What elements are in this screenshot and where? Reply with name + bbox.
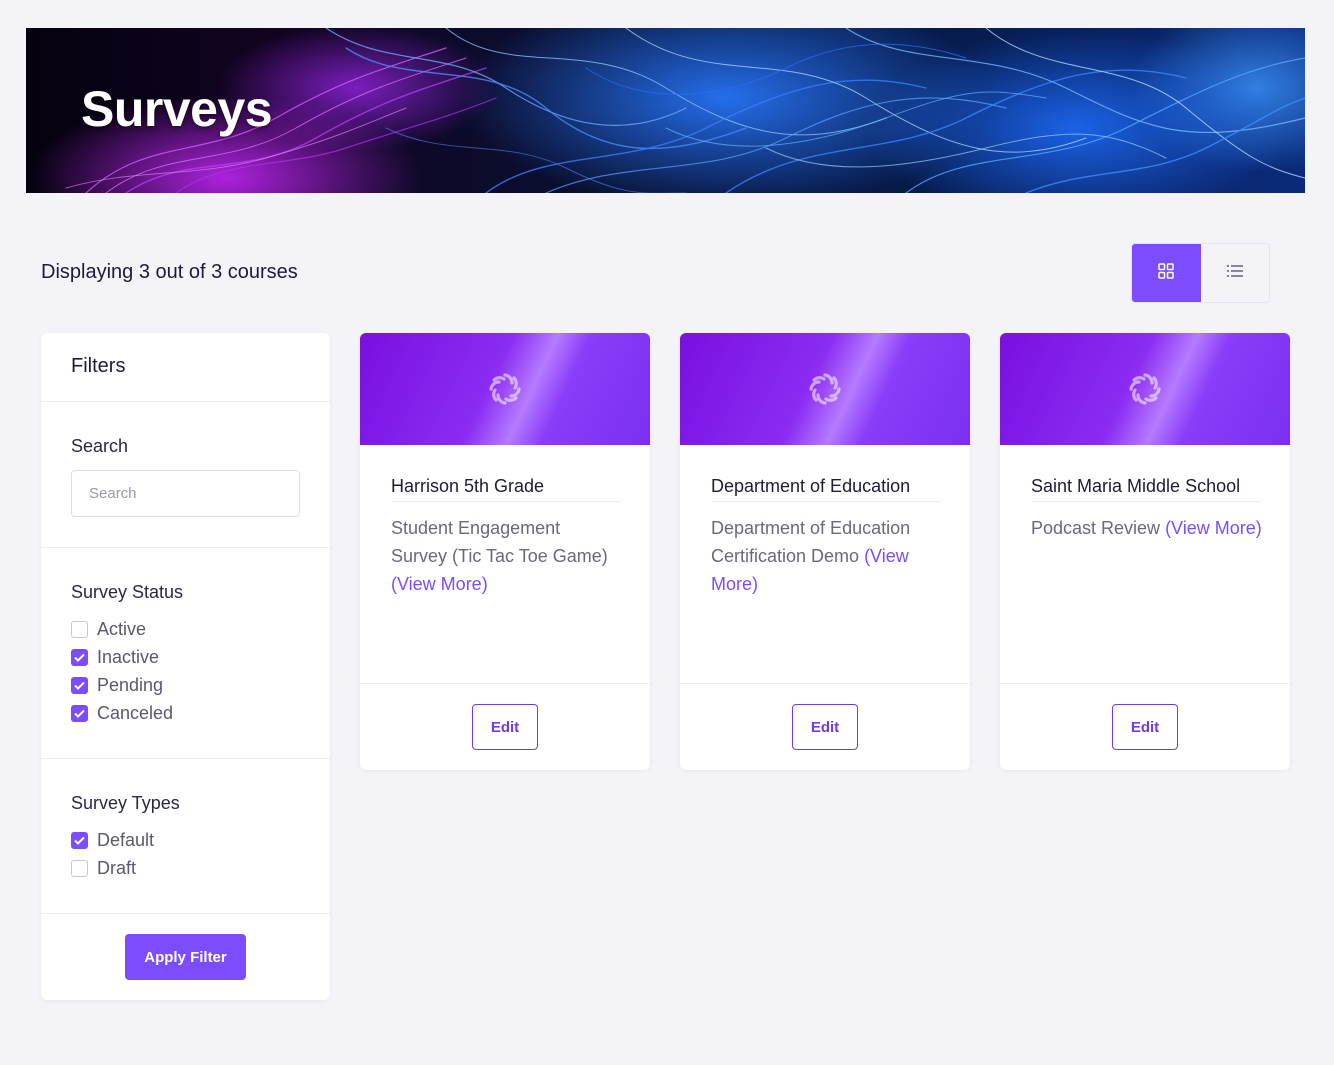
checkbox-label: Pending xyxy=(97,674,164,695)
view-more-link[interactable]: (View More) xyxy=(1165,518,1262,538)
type-option-default[interactable]: Default xyxy=(71,829,154,851)
check-icon xyxy=(74,681,85,690)
type-option-draft[interactable]: Draft xyxy=(71,857,136,879)
card-desc-line: Student Engagement xyxy=(391,518,561,538)
divider xyxy=(41,547,330,548)
card-title: Harrison 5th Grade xyxy=(391,476,620,502)
status-option-canceled[interactable]: Canceled xyxy=(71,702,173,724)
card-header xyxy=(680,333,970,445)
divider xyxy=(41,401,330,402)
checkbox[interactable] xyxy=(71,704,88,722)
checkbox-label: Canceled xyxy=(97,702,174,723)
survey-card: Harrison 5th Grade Student Engagement Su… xyxy=(360,333,650,770)
checkbox[interactable] xyxy=(71,648,88,666)
card-header xyxy=(1000,333,1290,445)
checkbox-label: Active xyxy=(97,618,147,639)
edit-button[interactable]: Edit xyxy=(792,704,858,750)
divider xyxy=(41,913,330,914)
page-banner: Surveys xyxy=(26,28,1305,193)
card-desc-line: Certification Demo xyxy=(711,546,865,566)
view-mode-toggle xyxy=(1131,243,1270,303)
card-title: Saint Maria Middle School xyxy=(1031,476,1260,502)
list-icon xyxy=(1226,264,1243,283)
checkbox-label: Inactive xyxy=(97,646,160,667)
search-input[interactable] xyxy=(71,470,300,517)
card-desc-line: Department of Education xyxy=(711,518,911,538)
status-option-pending[interactable]: Pending xyxy=(71,674,163,696)
edit-button[interactable]: Edit xyxy=(472,704,538,750)
grid-view-button[interactable] xyxy=(1132,244,1201,302)
apply-filter-button[interactable]: Apply Filter xyxy=(125,934,246,980)
checkbox-label: Default xyxy=(97,829,155,850)
divider xyxy=(360,683,650,684)
view-more-link[interactable]: (View More) xyxy=(391,574,488,594)
filters-title: Filters xyxy=(71,355,126,377)
grid-icon xyxy=(1158,262,1174,284)
survey-types-label: Survey Types xyxy=(71,793,180,813)
divider xyxy=(1000,683,1290,684)
survey-card: Department of Education Department of Ed… xyxy=(680,333,970,770)
card-header xyxy=(360,333,650,445)
results-count: Displaying 3 out of 3 courses xyxy=(41,261,298,283)
checkbox[interactable] xyxy=(71,676,88,694)
list-view-button[interactable] xyxy=(1201,244,1270,302)
card-description: Student Engagement Survey (Tic Tac Toe G… xyxy=(391,514,623,598)
search-label: Search xyxy=(71,436,129,456)
checkbox[interactable] xyxy=(71,831,88,849)
check-icon xyxy=(74,653,85,662)
check-icon xyxy=(74,836,85,845)
status-option-inactive[interactable]: Inactive xyxy=(71,646,159,668)
checkbox[interactable] xyxy=(71,620,88,638)
card-title: Department of Education xyxy=(711,476,940,502)
loader-icon xyxy=(1129,373,1161,405)
survey-card: Saint Maria Middle School Podcast Review… xyxy=(1000,333,1290,770)
loader-icon xyxy=(809,373,841,405)
loader-icon xyxy=(489,373,521,405)
checkbox-label: Draft xyxy=(97,857,137,878)
survey-status-label: Survey Status xyxy=(71,582,184,602)
edit-button[interactable]: Edit xyxy=(1112,704,1178,750)
divider xyxy=(41,758,330,759)
page-title: Surveys xyxy=(81,81,273,137)
filters-panel: Filters Search Survey Status Active Inac… xyxy=(41,333,330,1000)
card-description: Podcast Review (View More) xyxy=(1031,514,1263,542)
check-icon xyxy=(74,709,85,718)
divider xyxy=(680,683,970,684)
card-description: Department of Education Certification De… xyxy=(711,514,943,598)
checkbox[interactable] xyxy=(71,859,88,877)
card-desc-line: Survey (Tic Tac Toe Game) xyxy=(391,546,608,566)
card-desc-line: Podcast Review xyxy=(1031,518,1166,538)
status-option-active[interactable]: Active xyxy=(71,618,146,640)
